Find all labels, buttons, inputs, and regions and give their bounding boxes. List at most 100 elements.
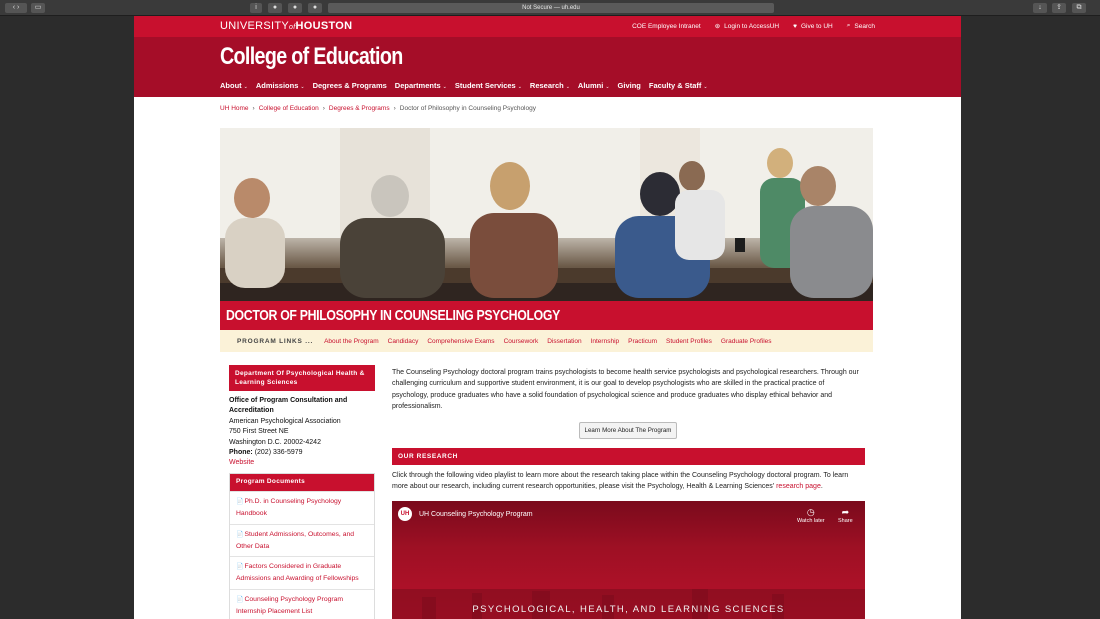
breadcrumb-separator: › — [322, 105, 325, 112]
extension-icon[interactable]: ● — [268, 3, 282, 13]
program-link-dissertation[interactable]: Dissertation — [547, 338, 581, 345]
video-title[interactable]: UH Counseling Psychology Program — [419, 511, 533, 518]
breadcrumb-degrees[interactable]: Degrees & Programs — [329, 105, 390, 112]
breadcrumb-current: Doctor of Philosophy in Counseling Psych… — [399, 105, 536, 112]
department-heading: Department Of Psychological Health & Lea… — [229, 365, 375, 391]
accessuh-link[interactable]: ⊛ Login to AccessUH — [714, 22, 780, 31]
college-title[interactable]: College of Education — [220, 43, 403, 71]
uh-logo[interactable]: UNIVERSITYofHOUSTON — [220, 20, 352, 32]
nav-item-label: About — [220, 81, 242, 90]
share-button[interactable]: ➦ Share — [838, 507, 853, 524]
nav-item-admissions[interactable]: Admissions ⌄ — [256, 81, 305, 90]
city-address: Washington D.C. 20002-4242 — [229, 438, 321, 446]
nav-item-label: Research — [529, 81, 564, 90]
pdf-icon: 📄 — [236, 531, 244, 538]
program-link-internship[interactable]: Internship — [591, 338, 620, 345]
office-name: Office of Program Consultation and Accre… — [229, 397, 348, 415]
sidebar-toggle-icon[interactable]: ▭ — [31, 3, 45, 13]
breadcrumb-separator: › — [252, 105, 255, 112]
window-background-right — [961, 16, 1100, 619]
watch-later-button[interactable]: ◷ Watch later — [797, 507, 825, 524]
nav-item-alumni[interactable]: Alumni ⌄ — [578, 81, 610, 90]
share-arrow-icon: ➦ — [841, 507, 850, 517]
accessuh-icon: ⊛ — [714, 23, 721, 30]
breadcrumb-college[interactable]: College of Education — [259, 105, 319, 112]
hero-image — [220, 128, 873, 301]
tabs-icon[interactable]: ⧉ — [1072, 3, 1086, 13]
browser-toolbar: ‹ › ▭ i ● ● ● Not Secure — uh.edu ↓ ⇪ ⧉ — [0, 0, 1100, 16]
video-player[interactable]: UH UH Counseling Psychology Program ◷ Wa… — [392, 501, 865, 619]
info-icon[interactable]: i — [250, 3, 262, 13]
program-link-candidacy[interactable]: Candidacy — [388, 338, 419, 345]
logo-houston-text: HOUSTON — [295, 20, 353, 32]
meeting-photo — [220, 128, 873, 301]
accessuh-link-label: Login to AccessUH — [724, 22, 780, 30]
document-link-label: Counseling Psychology Program Internship… — [236, 595, 344, 615]
nav-item-label: Faculty & Staff — [648, 81, 702, 90]
page-title: DOCTOR OF PHILOSOPHY IN COUNSELING PSYCH… — [226, 307, 561, 324]
watch-later-label: Watch later — [797, 518, 825, 524]
video-overlay-text: PSYCHOLOGICAL, HEALTH, AND LEARNING SCIE… — [472, 604, 785, 615]
nav-item-faculty-staff[interactable]: Faculty & Staff ⌄ — [649, 81, 708, 90]
document-link[interactable]: 📄Ph.D. in Counseling Psychology Handbook — [230, 491, 374, 524]
program-link-about-the-program[interactable]: About the Program — [324, 338, 379, 345]
share-icon[interactable]: ⇪ — [1052, 3, 1066, 13]
college-header: College of Education About ⌄ Admissions ⌄ De… — [134, 37, 961, 97]
nav-item-label: Giving — [617, 81, 641, 90]
address-bar[interactable]: Not Secure — uh.edu — [328, 3, 774, 13]
document-link[interactable]: 📄Counseling Psychology Program Internshi… — [230, 588, 374, 619]
program-link-coursework[interactable]: Coursework — [504, 338, 539, 345]
research-page-link[interactable]: research page — [776, 483, 821, 490]
nav-item-student-services[interactable]: Student Services ⌄ — [455, 81, 522, 90]
program-link-graduate-profiles[interactable]: Graduate Profiles — [721, 338, 772, 345]
program-link-practicum[interactable]: Practicum — [628, 338, 657, 345]
program-link-comprehensive-exams[interactable]: Comprehensive Exams — [427, 338, 494, 345]
window-background-left — [0, 16, 134, 619]
nav-item-research[interactable]: Research ⌄ — [530, 81, 570, 90]
web-page: UNIVERSITYofHOUSTON COE Employee Intrane… — [134, 16, 961, 619]
website-link[interactable]: Website — [229, 458, 379, 468]
program-link-student-profiles[interactable]: Student Profiles — [666, 338, 712, 345]
research-heading: OUR RESEARCH — [392, 448, 865, 465]
pdf-icon: 📄 — [236, 596, 244, 603]
chevron-down-icon: ⌄ — [703, 84, 708, 90]
chevron-down-icon: ⌄ — [243, 84, 248, 90]
share-label: Share — [838, 518, 853, 524]
nav-item-label: Alumni — [577, 81, 604, 90]
nav-item-degrees-programs[interactable]: Degrees & Programs — [313, 81, 387, 90]
back-forward-buttons[interactable]: ‹ › — [5, 3, 27, 13]
uh-channel-icon[interactable]: UH — [398, 507, 412, 521]
nav-item-label: Departments — [394, 81, 441, 90]
learn-more-button[interactable]: Learn More About The Program — [579, 422, 677, 439]
nav-item-giving[interactable]: Giving — [618, 81, 641, 90]
pdf-icon: 📄 — [236, 564, 244, 570]
pdf-icon: 📄 — [236, 499, 244, 505]
research-text-end: . — [820, 483, 823, 491]
program-documents: Program Documents 📄Ph.D. in Counseling P… — [229, 473, 375, 619]
org-name: American Psychological Association — [229, 417, 341, 425]
nav-item-label: Student Services — [454, 81, 516, 90]
shield-icon[interactable]: ● — [288, 3, 302, 13]
document-link[interactable]: 📄Factors Considered in Graduate Admissio… — [230, 556, 374, 589]
main-nav: About ⌄ Admissions ⌄ Degrees & Programs Depar… — [220, 81, 708, 90]
street-address: 750 First Street NE — [229, 428, 289, 436]
contact-block: Office of Program Consultation and Accre… — [229, 396, 379, 469]
phone-number: (202) 336-5979 — [254, 449, 303, 457]
intranet-link[interactable]: COE Employee Intranet — [632, 22, 701, 30]
video-skyline — [392, 589, 865, 619]
chevron-down-icon: ⌄ — [565, 84, 570, 90]
search-icon: ⌕ — [846, 22, 851, 29]
university-topbar: UNIVERSITYofHOUSTON COE Employee Intrane… — [134, 16, 961, 37]
privacy-icon[interactable]: ● — [308, 3, 322, 13]
program-documents-heading: Program Documents — [230, 474, 374, 491]
download-icon[interactable]: ↓ — [1033, 3, 1047, 13]
document-link-label: Ph.D. in Counseling Psychology Handbook — [236, 498, 342, 518]
nav-item-departments[interactable]: Departments ⌄ — [395, 81, 447, 90]
give-link[interactable]: ♥ Give to UH — [793, 22, 833, 30]
document-link[interactable]: 📄Student Admissions, Outcomes, and Other… — [230, 523, 374, 557]
breadcrumb: UH Home › College of Education › Degrees &… — [220, 105, 536, 112]
document-link-label: Factors Considered in Graduate Admission… — [236, 563, 359, 583]
search-link[interactable]: ⌕ Search — [847, 22, 875, 30]
breadcrumb-uh-home[interactable]: UH Home — [220, 105, 249, 112]
nav-item-about[interactable]: About ⌄ — [220, 81, 248, 90]
